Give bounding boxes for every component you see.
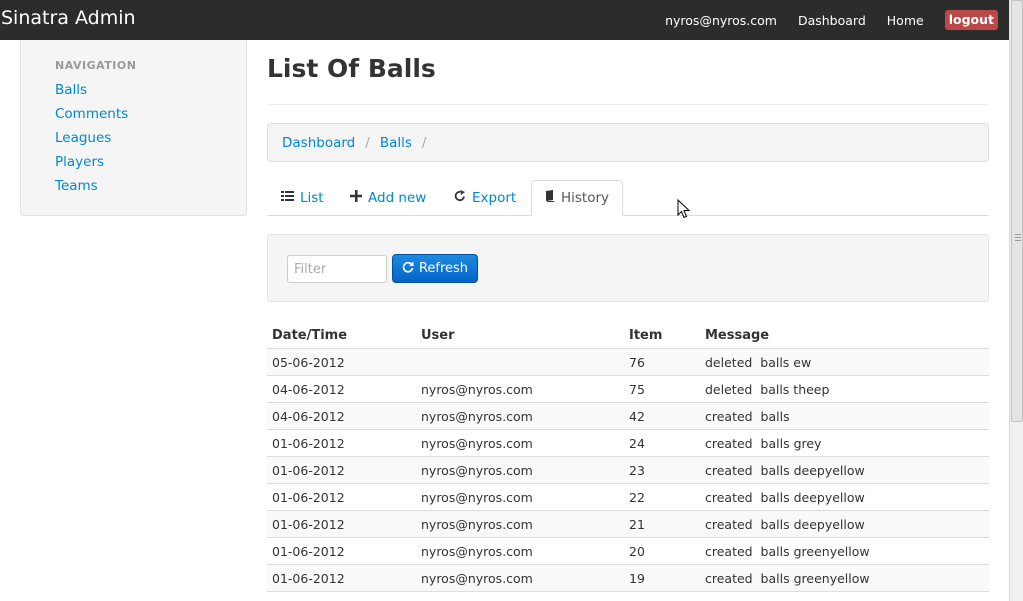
table-body: 05-06-2012 76 deleted balls ew 04-06-2012 ny… — [267, 349, 989, 592]
user-email-link[interactable]: nyros@nyros.com — [665, 13, 777, 28]
nav-home-link[interactable]: Home — [887, 13, 924, 28]
refresh-label: Refresh — [418, 261, 469, 276]
filter-panel: Refresh — [267, 234, 989, 302]
table-row: 01-06-2012 nyros@nyros.com 24 created balls… — [267, 430, 989, 457]
breadcrumb: Dashboard / Balls / — [267, 123, 989, 162]
plus-icon — [350, 190, 362, 206]
tab-export[interactable]: Export — [454, 180, 516, 216]
sidebar-item-teams[interactable]: Teams — [55, 178, 98, 194]
scrollbar-thumb[interactable] — [1011, 0, 1023, 422]
table-row: 01-06-2012 nyros@nyros.com 22 created balls… — [267, 484, 989, 511]
cell-message: deleted balls ew — [705, 354, 812, 370]
mouse-cursor-icon — [677, 199, 691, 219]
cell-message: created balls greenyellow — [705, 543, 870, 559]
cell-user: nyros@nyros.com — [421, 543, 533, 559]
list-icon — [281, 190, 294, 206]
cell-item: 23 — [629, 462, 645, 478]
cell-datetime: 04-06-2012 — [272, 408, 345, 424]
cell-datetime: 01-06-2012 — [272, 489, 345, 505]
page-title: List Of Balls — [267, 54, 436, 83]
brand-title[interactable]: Sinatra Admin — [1, 7, 136, 29]
cell-message: created balls greenyellow — [705, 570, 870, 586]
cell-user: nyros@nyros.com — [421, 489, 533, 505]
history-table: Date/Time User Item Message 05-06-2012 76… — [267, 322, 989, 592]
cell-message: created balls deepyellow — [705, 462, 865, 478]
cell-item: 75 — [629, 381, 645, 397]
cell-datetime: 01-06-2012 — [272, 570, 345, 586]
cell-message: created balls — [705, 408, 790, 424]
breadcrumb-balls[interactable]: Balls — [380, 135, 412, 151]
tab-history-label: History — [561, 190, 610, 206]
sidebar-item-leagues[interactable]: Leagues — [55, 130, 111, 146]
sidebar-item-balls[interactable]: Balls — [55, 82, 87, 98]
cell-user: nyros@nyros.com — [421, 516, 533, 532]
cell-datetime: 01-06-2012 — [272, 516, 345, 532]
cell-item: 42 — [629, 408, 645, 424]
filter-input[interactable] — [287, 255, 387, 283]
tab-export-label: Export — [472, 190, 517, 206]
tab-add-new-label: Add new — [368, 190, 427, 206]
breadcrumb-dashboard[interactable]: Dashboard — [282, 135, 355, 151]
sidebar: NAVIGATION Balls Comments Leagues Player… — [20, 40, 247, 216]
table-row: 04-06-2012 nyros@nyros.com 42 created balls — [267, 403, 989, 430]
top-navbar: Sinatra Admin nyros@nyros.com Dashboard … — [0, 0, 1009, 40]
tab-history[interactable]: History — [531, 180, 624, 216]
export-icon — [454, 190, 466, 206]
cell-user: nyros@nyros.com — [421, 435, 533, 451]
table-row: 05-06-2012 76 deleted balls ew — [267, 349, 989, 376]
navbar-right: nyros@nyros.com Dashboard Home logout — [665, 0, 998, 40]
breadcrumb-separator: / — [365, 134, 370, 151]
breadcrumb-separator: / — [421, 134, 427, 151]
cell-datetime: 05-06-2012 — [272, 354, 345, 370]
cell-datetime: 01-06-2012 — [272, 462, 345, 478]
cell-item: 76 — [629, 354, 645, 370]
cell-item: 21 — [629, 516, 645, 532]
tab-list-label: List — [300, 190, 324, 206]
column-header-user: User — [421, 327, 455, 343]
book-icon — [545, 190, 555, 206]
cell-message: created balls grey — [705, 435, 822, 451]
cell-user: nyros@nyros.com — [421, 570, 533, 586]
title-divider — [267, 104, 989, 105]
cell-item: 22 — [629, 489, 645, 505]
tab-list[interactable]: List — [281, 180, 324, 216]
cell-message: deleted balls theep — [705, 381, 830, 397]
cell-datetime: 01-06-2012 — [272, 435, 345, 451]
table-row: 01-06-2012 nyros@nyros.com 23 created balls… — [267, 457, 989, 484]
cell-user: nyros@nyros.com — [421, 408, 533, 424]
vertical-scrollbar[interactable] — [1009, 0, 1023, 601]
sidebar-item-comments[interactable]: Comments — [55, 106, 128, 122]
table-row: 01-06-2012 nyros@nyros.com 20 created balls… — [267, 538, 989, 565]
tab-bar: List Add new Export History — [267, 180, 989, 216]
table-row: 01-06-2012 nyros@nyros.com 19 created balls… — [267, 565, 989, 592]
sidebar-header: NAVIGATION — [55, 59, 137, 72]
table-row: 04-06-2012 nyros@nyros.com 75 deleted balls… — [267, 376, 989, 403]
cell-item: 19 — [629, 570, 645, 586]
cell-user: nyros@nyros.com — [421, 462, 533, 478]
refresh-button[interactable]: Refresh — [392, 254, 478, 283]
cell-user: nyros@nyros.com — [421, 381, 533, 397]
refresh-icon — [402, 261, 414, 277]
table-header: Date/Time User Item Message — [267, 322, 989, 349]
cell-datetime: 01-06-2012 — [272, 543, 345, 559]
table-row: 01-06-2012 nyros@nyros.com 21 created balls… — [267, 511, 989, 538]
column-header-message: Message — [705, 327, 770, 343]
nav-dashboard-link[interactable]: Dashboard — [798, 13, 866, 28]
cell-datetime: 04-06-2012 — [272, 381, 345, 397]
sidebar-item-players[interactable]: Players — [55, 154, 104, 170]
column-header-datetime: Date/Time — [272, 327, 348, 343]
cell-message: created balls deepyellow — [705, 516, 865, 532]
column-header-item: Item — [629, 327, 663, 343]
tab-add-new[interactable]: Add new — [350, 180, 426, 216]
scrollbar-grip-icon — [1015, 234, 1021, 243]
cell-item: 20 — [629, 543, 645, 559]
cell-item: 24 — [629, 435, 645, 451]
sidebar-list: Balls Comments Leagues Players Teams — [55, 81, 128, 201]
logout-button[interactable]: logout — [944, 10, 998, 30]
cell-message: created balls deepyellow — [705, 489, 865, 505]
